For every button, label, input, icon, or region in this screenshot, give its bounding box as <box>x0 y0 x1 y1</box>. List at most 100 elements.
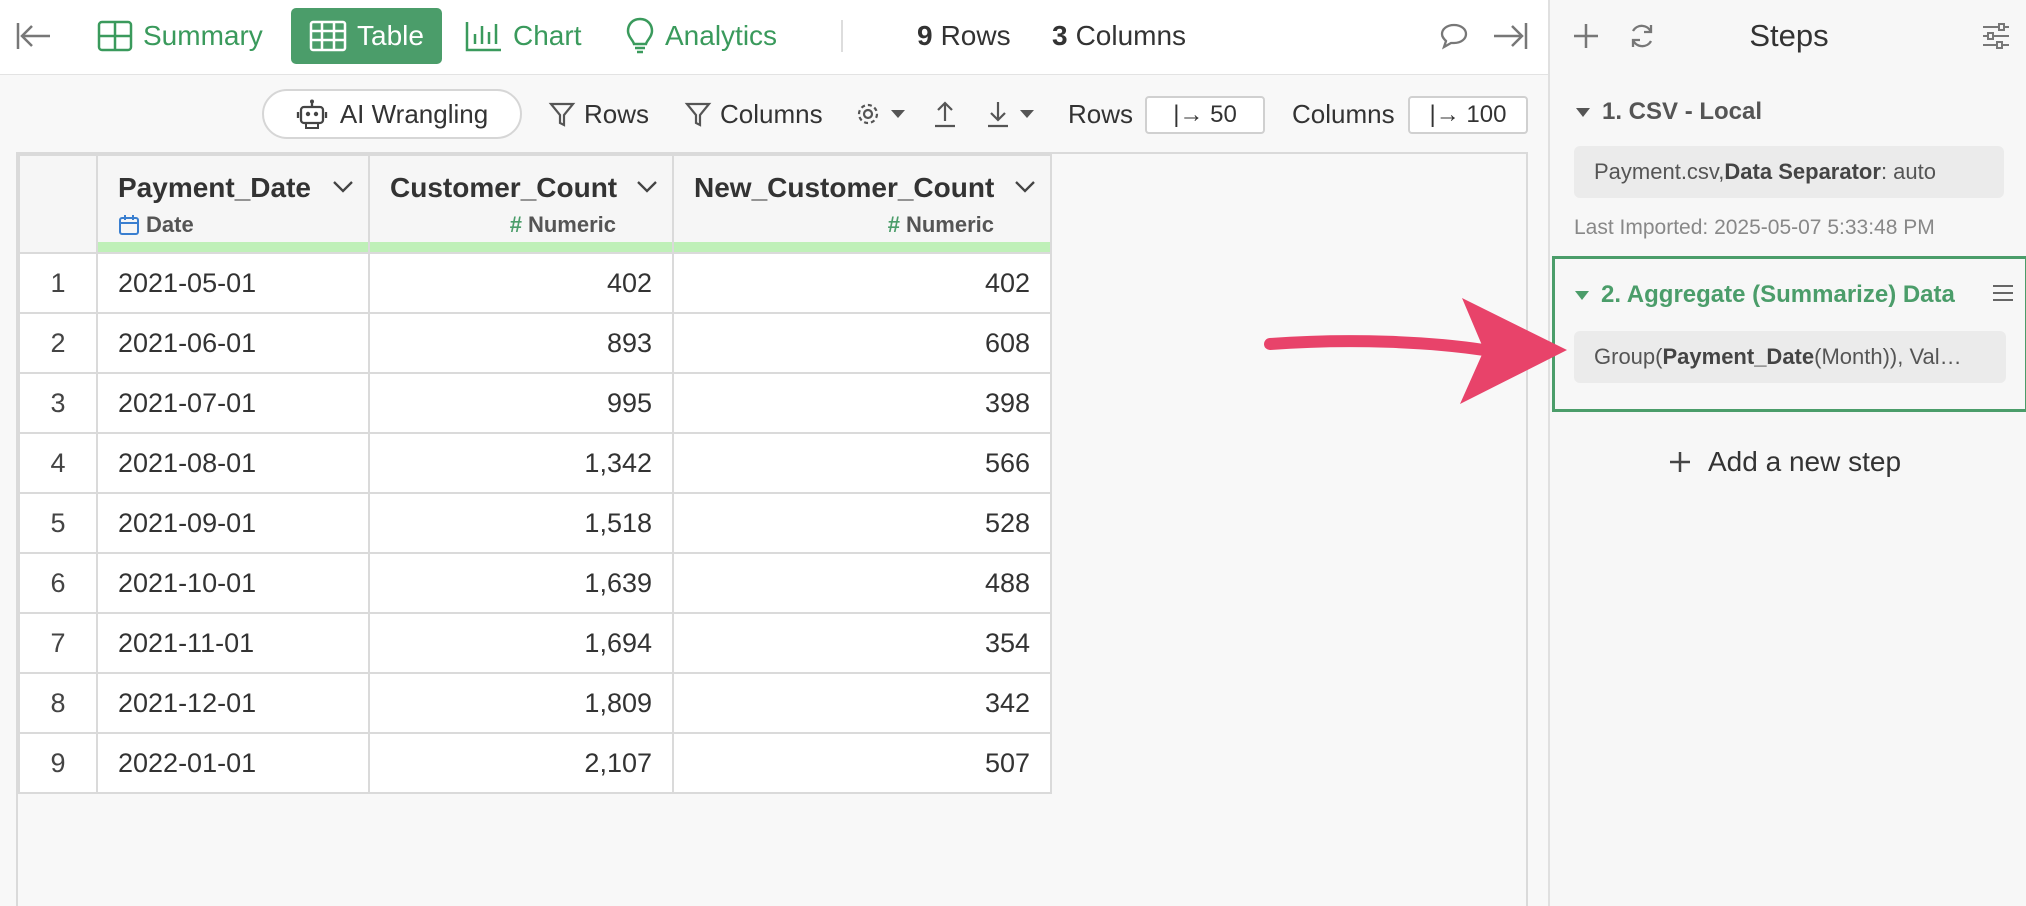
column-quality-bar <box>98 242 368 252</box>
toolbar-divider <box>841 20 843 52</box>
row-index: 5 <box>18 492 98 554</box>
step-1-label: 1. CSV - Local <box>1602 98 1763 125</box>
tab-table[interactable]: Table <box>291 8 442 64</box>
hash-icon: # <box>509 212 522 237</box>
cell-new-customer-count[interactable]: 608 <box>672 312 1052 374</box>
column-quality-bar <box>674 242 1050 252</box>
cell-customer-count[interactable]: 2,107 <box>368 732 674 794</box>
cell-new-customer-count[interactable]: 488 <box>672 552 1052 614</box>
row-index-header <box>18 154 98 254</box>
step-2-pre: Group( <box>1594 344 1663 369</box>
rows-filter-label: Rows <box>584 98 650 129</box>
cell-new-customer-count[interactable]: 354 <box>672 612 1052 674</box>
annotation-arrow <box>1264 298 1567 404</box>
tab-chart-label: Chart <box>513 20 582 51</box>
comment-icon[interactable] <box>1436 18 1472 54</box>
cell-payment-date[interactable]: 2021-10-01 <box>96 552 370 614</box>
tab-summary[interactable]: Summary <box>97 8 263 64</box>
steps-panel: Steps 1. CSV - Local Payment.csv, Data S… <box>1548 0 2026 906</box>
cell-payment-date[interactable]: 2021-06-01 <box>96 312 370 374</box>
collapse-triangle-icon[interactable] <box>1576 107 1590 117</box>
collapse-left-icon[interactable] <box>14 16 54 56</box>
chevron-down-icon[interactable] <box>1014 180 1036 194</box>
table-row[interactable]: 9 2022-01-01 2,107 507 <box>18 732 1052 794</box>
lightbulb-icon <box>626 17 654 54</box>
table-row[interactable]: 1 2021-05-01 402 402 <box>18 252 1052 314</box>
last-imported: Last Imported: 2025-05-07 5:33:48 PM <box>1574 216 1935 239</box>
settings-dropdown[interactable] <box>854 89 914 139</box>
rows-filter-button[interactable]: Rows <box>548 89 649 139</box>
cell-customer-count[interactable]: 1,518 <box>368 492 674 554</box>
table-icon <box>309 20 347 52</box>
cell-customer-count[interactable]: 893 <box>368 312 674 374</box>
steps-header: Steps <box>1550 0 2026 75</box>
step-2-label: 2. Aggregate (Summarize) Data <box>1601 281 1955 308</box>
column-header-customer-count[interactable]: Customer_Count # Numeric <box>368 154 674 254</box>
step-1-title[interactable]: 1. CSV - Local <box>1576 98 1762 126</box>
row-index: 7 <box>18 612 98 674</box>
row-index: 1 <box>18 252 98 314</box>
filter-icon <box>548 102 576 127</box>
table-row[interactable]: 5 2021-09-01 1,518 528 <box>18 492 1052 554</box>
column-type-label: Numeric <box>905 212 994 237</box>
column-header-payment-date[interactable]: Payment_Date Date <box>96 154 370 254</box>
chevron-down-icon[interactable] <box>332 180 354 194</box>
collapse-right-icon[interactable] <box>1490 16 1530 56</box>
columns-limit-input[interactable]: |→ 100 <box>1408 96 1528 134</box>
menu-icon[interactable] <box>1989 279 2017 307</box>
cell-payment-date[interactable]: 2021-05-01 <box>96 252 370 314</box>
tab-chart[interactable]: Chart <box>465 8 581 64</box>
table-row[interactable]: 3 2021-07-01 995 398 <box>18 372 1052 434</box>
cell-payment-date[interactable]: 2021-09-01 <box>96 492 370 554</box>
table-row[interactable]: 4 2021-08-01 1,342 566 <box>18 432 1052 494</box>
rows-count-value: 9 <box>917 20 933 51</box>
step-1-card[interactable]: Payment.csv, Data Separator : auto <box>1574 146 2004 198</box>
cell-customer-count[interactable]: 402 <box>368 252 674 314</box>
column-name: Payment_Date <box>118 172 311 203</box>
cell-payment-date[interactable]: 2021-07-01 <box>96 372 370 434</box>
cell-payment-date[interactable]: 2021-11-01 <box>96 612 370 674</box>
cell-payment-date[interactable]: 2022-01-01 <box>96 732 370 794</box>
data-table: Payment_Date Date Customer_Count # Numer… <box>16 152 1528 906</box>
table-row[interactable]: 6 2021-10-01 1,639 488 <box>18 552 1052 614</box>
columns-filter-button[interactable]: Columns <box>684 89 823 139</box>
cell-new-customer-count[interactable]: 507 <box>672 732 1052 794</box>
column-header-new-customer-count[interactable]: New_Customer_Count # Numeric <box>672 154 1052 254</box>
filter-icon <box>684 102 712 127</box>
columns-count-label: Columns <box>1075 20 1187 51</box>
tab-analytics[interactable]: Analytics <box>625 8 777 64</box>
cell-customer-count[interactable]: 995 <box>368 372 674 434</box>
download-dropdown[interactable] <box>985 89 1043 139</box>
cell-payment-date[interactable]: 2021-08-01 <box>96 432 370 494</box>
step-2-card[interactable]: Group( Payment_Date (Month)), Val… <box>1574 331 2006 383</box>
step-2-key: Payment_Date <box>1662 344 1815 369</box>
settings-sliders-icon[interactable] <box>1978 18 2014 54</box>
top-bar: Summary Table Chart Analytics 9 Rows 3 C… <box>0 0 1548 75</box>
caret-down-icon <box>1020 110 1034 118</box>
row-index: 8 <box>18 672 98 734</box>
rows-limit-input[interactable]: |→ 50 <box>1145 96 1265 134</box>
step-2-title[interactable]: 2. Aggregate (Summarize) Data <box>1575 281 1955 309</box>
cell-new-customer-count[interactable]: 398 <box>672 372 1052 434</box>
add-step-button[interactable]: Add a new step <box>1668 446 1901 478</box>
ai-wrangling-button[interactable]: AI Wrangling <box>262 89 522 139</box>
chevron-down-icon[interactable] <box>636 180 658 194</box>
cell-new-customer-count[interactable]: 528 <box>672 492 1052 554</box>
table-row[interactable]: 7 2021-11-01 1,694 354 <box>18 612 1052 674</box>
cell-customer-count[interactable]: 1,639 <box>368 552 674 614</box>
cell-new-customer-count[interactable]: 402 <box>672 252 1052 314</box>
cell-customer-count[interactable]: 1,694 <box>368 612 674 674</box>
table-row[interactable]: 8 2021-12-01 1,809 342 <box>18 672 1052 734</box>
upload-icon[interactable] <box>932 89 966 139</box>
step-2-selected[interactable]: 2. Aggregate (Summarize) Data Group( Pay… <box>1552 256 2026 412</box>
column-type: Date <box>118 212 194 238</box>
cell-customer-count[interactable]: 1,342 <box>368 432 674 494</box>
cell-customer-count[interactable]: 1,809 <box>368 672 674 734</box>
tab-summary-label: Summary <box>143 20 263 51</box>
cell-new-customer-count[interactable]: 566 <box>672 432 1052 494</box>
cell-payment-date[interactable]: 2021-12-01 <box>96 672 370 734</box>
cell-new-customer-count[interactable]: 342 <box>672 672 1052 734</box>
column-name: Customer_Count <box>390 172 618 203</box>
table-row[interactable]: 2 2021-06-01 893 608 <box>18 312 1052 374</box>
columns-count-value: 3 <box>1052 20 1068 51</box>
